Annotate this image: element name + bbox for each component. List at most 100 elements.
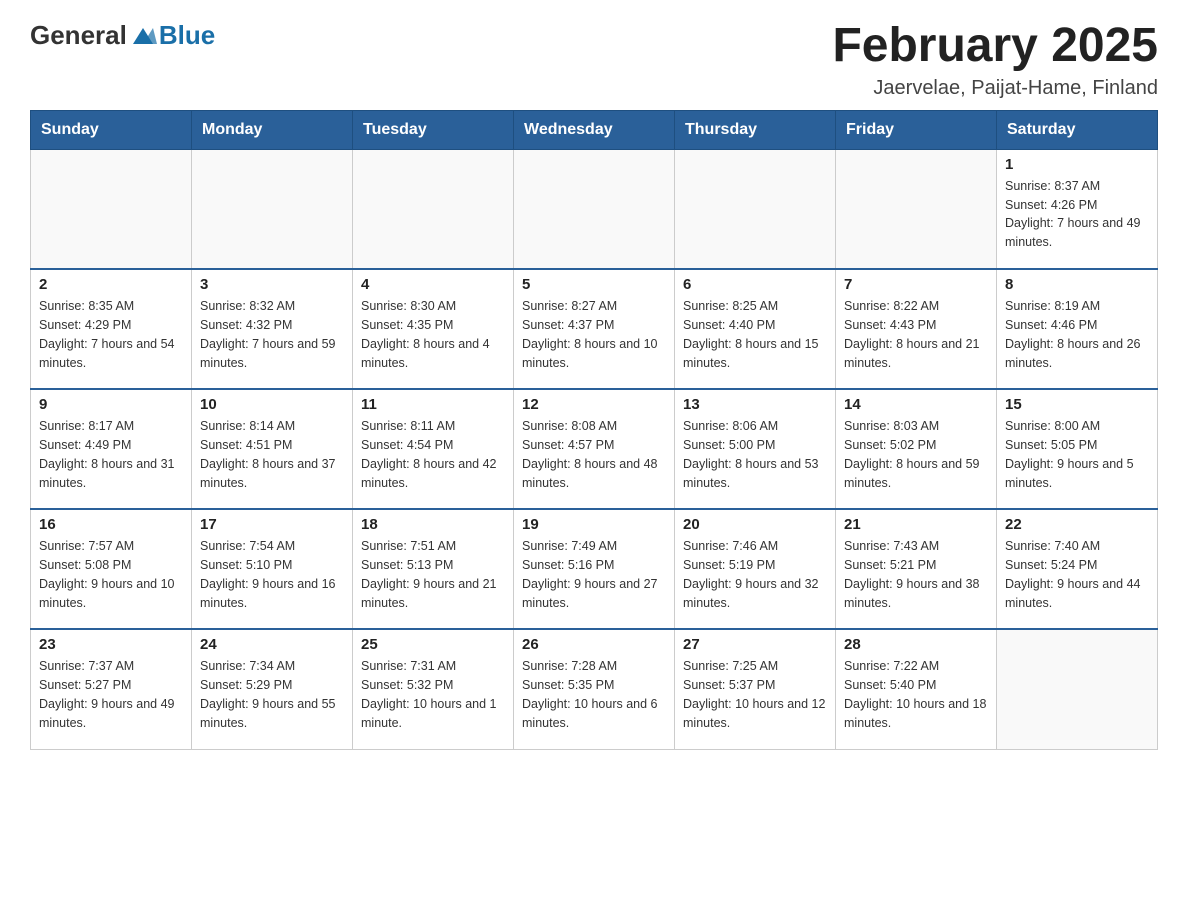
day-number: 6 <box>683 276 827 293</box>
day-info: Sunrise: 8:30 AMSunset: 4:35 PMDaylight:… <box>361 297 505 372</box>
day-info: Sunrise: 8:27 AMSunset: 4:37 PMDaylight:… <box>522 297 666 372</box>
calendar-cell: 7 Sunrise: 8:22 AMSunset: 4:43 PMDaylight… <box>836 269 997 389</box>
calendar-cell: 16Sunrise: 7:57 AMSunset: 5:08 PMDayligh… <box>31 509 192 629</box>
day-info: Sunrise: 7:34 AMSunset: 5:29 PMDaylight:… <box>200 657 344 732</box>
day-info: Sunrise: 7:57 AMSunset: 5:08 PMDaylight:… <box>39 537 183 612</box>
day-info: Sunrise: 8:32 AMSunset: 4:32 PMDaylight:… <box>200 297 344 372</box>
day-number: 20 <box>683 516 827 533</box>
calendar-cell: 18 Sunrise: 7:51 AMSunset: 5:13 PMDayligh… <box>353 509 514 629</box>
calendar-cell: 11Sunrise: 8:11 AMSunset: 4:54 PMDayligh… <box>353 389 514 509</box>
calendar-cell <box>675 149 836 269</box>
logo: General Blue <box>30 20 215 51</box>
calendar-cell: 9 Sunrise: 8:17 AMSunset: 4:49 PMDaylight… <box>31 389 192 509</box>
day-info: Sunrise: 8:08 AMSunset: 4:57 PMDaylight:… <box>522 417 666 492</box>
calendar-cell <box>353 149 514 269</box>
day-info: Sunrise: 8:11 AMSunset: 4:54 PMDaylight:… <box>361 417 505 492</box>
logo-blue: Blue <box>159 20 215 51</box>
day-info: Sunrise: 7:49 AMSunset: 5:16 PMDaylight:… <box>522 537 666 612</box>
weekday-header-row: SundayMondayTuesdayWednesdayThursdayFrid… <box>31 110 1158 149</box>
day-number: 17 <box>200 516 344 533</box>
day-info: Sunrise: 7:22 AMSunset: 5:40 PMDaylight:… <box>844 657 988 732</box>
title-block: February 2025 Jaervelae, Paijat-Hame, Fi… <box>832 20 1158 100</box>
day-info: Sunrise: 8:19 AMSunset: 4:46 PMDaylight:… <box>1005 297 1149 372</box>
calendar-cell: 15 Sunrise: 8:00 AMSunset: 5:05 PMDayligh… <box>997 389 1158 509</box>
weekday-header-tuesday: Tuesday <box>353 110 514 149</box>
day-info: Sunrise: 7:28 AMSunset: 5:35 PMDaylight:… <box>522 657 666 732</box>
weekday-header-friday: Friday <box>836 110 997 149</box>
weekday-header-monday: Monday <box>192 110 353 149</box>
day-info: Sunrise: 8:37 AMSunset: 4:26 PMDaylight:… <box>1005 177 1149 252</box>
calendar-cell: 6Sunrise: 8:25 AMSunset: 4:40 PMDaylight… <box>675 269 836 389</box>
day-number: 22 <box>1005 516 1149 533</box>
calendar-cell: 27 Sunrise: 7:25 AMSunset: 5:37 PMDayligh… <box>675 629 836 749</box>
weekday-header-saturday: Saturday <box>997 110 1158 149</box>
day-info: Sunrise: 8:14 AMSunset: 4:51 PMDaylight:… <box>200 417 344 492</box>
calendar-cell: 1 Sunrise: 8:37 AMSunset: 4:26 PMDaylight… <box>997 149 1158 269</box>
day-number: 7 <box>844 276 988 293</box>
day-number: 26 <box>522 636 666 653</box>
calendar-cell: 21 Sunrise: 7:43 AMSunset: 5:21 PMDayligh… <box>836 509 997 629</box>
month-title: February 2025 <box>832 20 1158 73</box>
day-number: 19 <box>522 516 666 533</box>
day-info: Sunrise: 7:40 AMSunset: 5:24 PMDaylight:… <box>1005 537 1149 612</box>
day-info: Sunrise: 8:35 AMSunset: 4:29 PMDaylight:… <box>39 297 183 372</box>
day-info: Sunrise: 7:51 AMSunset: 5:13 PMDaylight:… <box>361 537 505 612</box>
day-number: 24 <box>200 636 344 653</box>
day-number: 5 <box>522 276 666 293</box>
day-info: Sunrise: 7:25 AMSunset: 5:37 PMDaylight:… <box>683 657 827 732</box>
calendar-cell: 3 Sunrise: 8:32 AMSunset: 4:32 PMDaylight… <box>192 269 353 389</box>
page-header: General Blue February 2025 Jaervelae, Pa… <box>30 20 1158 100</box>
day-number: 25 <box>361 636 505 653</box>
calendar-week-row: 9 Sunrise: 8:17 AMSunset: 4:49 PMDaylight… <box>31 389 1158 509</box>
day-info: Sunrise: 7:31 AMSunset: 5:32 PMDaylight:… <box>361 657 505 732</box>
day-number: 9 <box>39 396 183 413</box>
day-info: Sunrise: 7:46 AMSunset: 5:19 PMDaylight:… <box>683 537 827 612</box>
calendar-cell: 10 Sunrise: 8:14 AMSunset: 4:51 PMDayligh… <box>192 389 353 509</box>
calendar-cell: 8 Sunrise: 8:19 AMSunset: 4:46 PMDaylight… <box>997 269 1158 389</box>
calendar-cell <box>192 149 353 269</box>
day-number: 18 <box>361 516 505 533</box>
day-number: 1 <box>1005 156 1149 173</box>
day-number: 8 <box>1005 276 1149 293</box>
day-number: 4 <box>361 276 505 293</box>
calendar-week-row: 1 Sunrise: 8:37 AMSunset: 4:26 PMDaylight… <box>31 149 1158 269</box>
calendar-week-row: 16Sunrise: 7:57 AMSunset: 5:08 PMDayligh… <box>31 509 1158 629</box>
calendar-cell: 24 Sunrise: 7:34 AMSunset: 5:29 PMDayligh… <box>192 629 353 749</box>
day-number: 13 <box>683 396 827 413</box>
logo-general: General <box>30 20 127 51</box>
calendar-cell <box>997 629 1158 749</box>
day-info: Sunrise: 8:00 AMSunset: 5:05 PMDaylight:… <box>1005 417 1149 492</box>
day-info: Sunrise: 8:06 AMSunset: 5:00 PMDaylight:… <box>683 417 827 492</box>
weekday-header-sunday: Sunday <box>31 110 192 149</box>
logo-icon <box>129 22 157 50</box>
day-number: 3 <box>200 276 344 293</box>
calendar-cell: 20 Sunrise: 7:46 AMSunset: 5:19 PMDayligh… <box>675 509 836 629</box>
calendar-week-row: 23Sunrise: 7:37 AMSunset: 5:27 PMDayligh… <box>31 629 1158 749</box>
day-number: 2 <box>39 276 183 293</box>
day-number: 15 <box>1005 396 1149 413</box>
day-info: Sunrise: 8:17 AMSunset: 4:49 PMDaylight:… <box>39 417 183 492</box>
calendar-table: SundayMondayTuesdayWednesdayThursdayFrid… <box>30 110 1158 750</box>
calendar-cell: 17Sunrise: 7:54 AMSunset: 5:10 PMDayligh… <box>192 509 353 629</box>
calendar-cell: 12Sunrise: 8:08 AMSunset: 4:57 PMDayligh… <box>514 389 675 509</box>
calendar-cell: 13 Sunrise: 8:06 AMSunset: 5:00 PMDayligh… <box>675 389 836 509</box>
day-info: Sunrise: 7:37 AMSunset: 5:27 PMDaylight:… <box>39 657 183 732</box>
day-number: 10 <box>200 396 344 413</box>
day-number: 14 <box>844 396 988 413</box>
calendar-cell: 25 Sunrise: 7:31 AMSunset: 5:32 PMDayligh… <box>353 629 514 749</box>
calendar-cell: 28 Sunrise: 7:22 AMSunset: 5:40 PMDayligh… <box>836 629 997 749</box>
calendar-cell: 23Sunrise: 7:37 AMSunset: 5:27 PMDayligh… <box>31 629 192 749</box>
calendar-cell <box>31 149 192 269</box>
calendar-cell: 26 Sunrise: 7:28 AMSunset: 5:35 PMDayligh… <box>514 629 675 749</box>
day-number: 21 <box>844 516 988 533</box>
calendar-cell <box>836 149 997 269</box>
day-info: Sunrise: 8:22 AMSunset: 4:43 PMDaylight:… <box>844 297 988 372</box>
day-number: 27 <box>683 636 827 653</box>
calendar-cell: 4 Sunrise: 8:30 AMSunset: 4:35 PMDaylight… <box>353 269 514 389</box>
calendar-cell: 22 Sunrise: 7:40 AMSunset: 5:24 PMDayligh… <box>997 509 1158 629</box>
calendar-cell: 5 Sunrise: 8:27 AMSunset: 4:37 PMDaylight… <box>514 269 675 389</box>
calendar-cell: 19 Sunrise: 7:49 AMSunset: 5:16 PMDayligh… <box>514 509 675 629</box>
day-info: Sunrise: 8:03 AMSunset: 5:02 PMDaylight:… <box>844 417 988 492</box>
day-info: Sunrise: 7:43 AMSunset: 5:21 PMDaylight:… <box>844 537 988 612</box>
day-number: 28 <box>844 636 988 653</box>
